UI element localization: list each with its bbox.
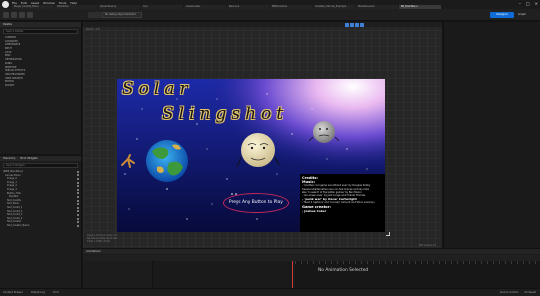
graph-mode-button[interactable]: Graph bbox=[518, 12, 538, 18]
visibility-icon[interactable] bbox=[77, 221, 79, 224]
title-bar: File Edit Asset Window Tools Help Player… bbox=[0, 0, 540, 9]
timeline-track[interactable] bbox=[295, 261, 540, 289]
hierarchy-tab[interactable]: Hierarchy bbox=[3, 157, 16, 160]
no-animation-message: No Animation Selected bbox=[318, 268, 369, 273]
designer-toolbar bbox=[83, 22, 442, 27]
widget-tree: [WBP_MainMenu] Canvas Panel Image_0 Imag… bbox=[0, 170, 81, 228]
palette-title: Palette bbox=[0, 22, 81, 27]
visibility-icon[interactable] bbox=[77, 213, 79, 216]
creator-name: - Joshua Coker bbox=[302, 208, 327, 213]
animations-title[interactable]: Animations bbox=[83, 249, 540, 254]
minimize-icon[interactable]: – bbox=[519, 1, 521, 6]
bind-widgets-tab[interactable]: Bind Widgets bbox=[21, 157, 38, 160]
visibility-icon[interactable] bbox=[77, 174, 79, 177]
grid-snap-icon[interactable] bbox=[355, 23, 359, 27]
timeline-ruler bbox=[295, 261, 540, 264]
close-icon[interactable]: × bbox=[535, 1, 538, 6]
visibility-icon[interactable] bbox=[77, 203, 79, 206]
designer-view-options bbox=[345, 23, 364, 27]
palette-category-list: COMMON ADVANCED APPEARANCE INPUT LISTS M… bbox=[0, 36, 81, 88]
visibility-icon[interactable] bbox=[77, 192, 79, 195]
diff-icon[interactable] bbox=[27, 12, 33, 18]
resize-handle-icon[interactable] bbox=[386, 232, 390, 236]
content-drawer-button[interactable]: Content Drawer bbox=[3, 291, 23, 294]
visibility-icon[interactable] bbox=[77, 170, 79, 173]
designer-mode-button[interactable]: Designer bbox=[490, 12, 514, 18]
device-info: Device Content Scale 1.0 No Device Safe … bbox=[87, 234, 117, 244]
details-panel bbox=[443, 22, 540, 248]
visibility-icon[interactable] bbox=[77, 177, 79, 180]
save-status: All Saved bbox=[524, 291, 536, 294]
save-icon[interactable] bbox=[3, 12, 9, 18]
visibility-icon[interactable] bbox=[77, 195, 79, 198]
hierarchy-panel: Hierarchy Bind Widgets Search Widgets [W… bbox=[0, 155, 82, 295]
animations-panel: Animations bbox=[83, 248, 540, 289]
game-title-line1: Solar bbox=[122, 79, 193, 99]
scale-tool-icon[interactable] bbox=[360, 23, 364, 27]
visibility-icon[interactable] bbox=[77, 206, 79, 209]
visibility-icon[interactable] bbox=[77, 217, 79, 220]
game-title-line2: Slingshot bbox=[162, 104, 289, 124]
status-bar: Content Drawer Output Log Cmd Source Con… bbox=[0, 288, 540, 296]
earth-planet-icon bbox=[146, 140, 188, 182]
visibility-icon[interactable] bbox=[77, 188, 79, 191]
palette-search-input[interactable]: Search Palette bbox=[3, 29, 78, 34]
browse-icon[interactable] bbox=[11, 12, 17, 18]
status-right: Source Control All Saved bbox=[500, 291, 536, 294]
debug-object-dropdown[interactable]: No debug object selected bbox=[102, 12, 142, 18]
visibility-icon[interactable] bbox=[77, 199, 79, 202]
palette-category[interactable]: WIDGET bbox=[0, 84, 81, 88]
select-tool-icon[interactable] bbox=[345, 23, 349, 27]
hierarchy-search-input[interactable]: Search Widgets bbox=[3, 163, 78, 168]
move-tool-icon[interactable] bbox=[350, 23, 354, 27]
visibility-icon[interactable] bbox=[77, 224, 79, 227]
toolbar: No debug object selected Designer Graph bbox=[0, 9, 540, 21]
visibility-icon[interactable] bbox=[77, 181, 79, 184]
visibility-icon[interactable] bbox=[77, 210, 79, 213]
tree-item[interactable]: Text_Creator_Name bbox=[0, 224, 81, 228]
cmd-input[interactable]: Cmd bbox=[53, 291, 59, 294]
visibility-icon[interactable] bbox=[77, 185, 79, 188]
main-menu-widget-preview[interactable]: Solar Slingshot Press Any Button to Play… bbox=[117, 79, 385, 232]
palette-panel: Palette Search Palette COMMON ADVANCED A… bbox=[0, 22, 82, 154]
zoom-level: Zoom -1:1 bbox=[86, 28, 100, 31]
compile-icon[interactable] bbox=[19, 12, 25, 18]
unreal-logo-icon[interactable] bbox=[2, 1, 9, 8]
output-log-button[interactable]: Output Log bbox=[31, 291, 45, 294]
animation-list[interactable] bbox=[83, 261, 153, 289]
play-button-label: Press Any Button to Play bbox=[229, 200, 283, 205]
maximize-icon[interactable]: □ bbox=[526, 1, 530, 6]
dpi-scale[interactable]: DPI Scale 0.67 bbox=[419, 244, 436, 247]
credits-panel: Credits: Music: - 'Another cool game sou… bbox=[300, 174, 385, 232]
device-info-line: 1920 x 1080 (16:9) bbox=[87, 240, 111, 244]
hierarchy-header: Hierarchy Bind Widgets bbox=[0, 156, 81, 161]
source-control-button[interactable]: Source Control bbox=[500, 291, 518, 294]
playhead[interactable] bbox=[292, 261, 293, 288]
window-controls: – □ × bbox=[519, 1, 538, 6]
